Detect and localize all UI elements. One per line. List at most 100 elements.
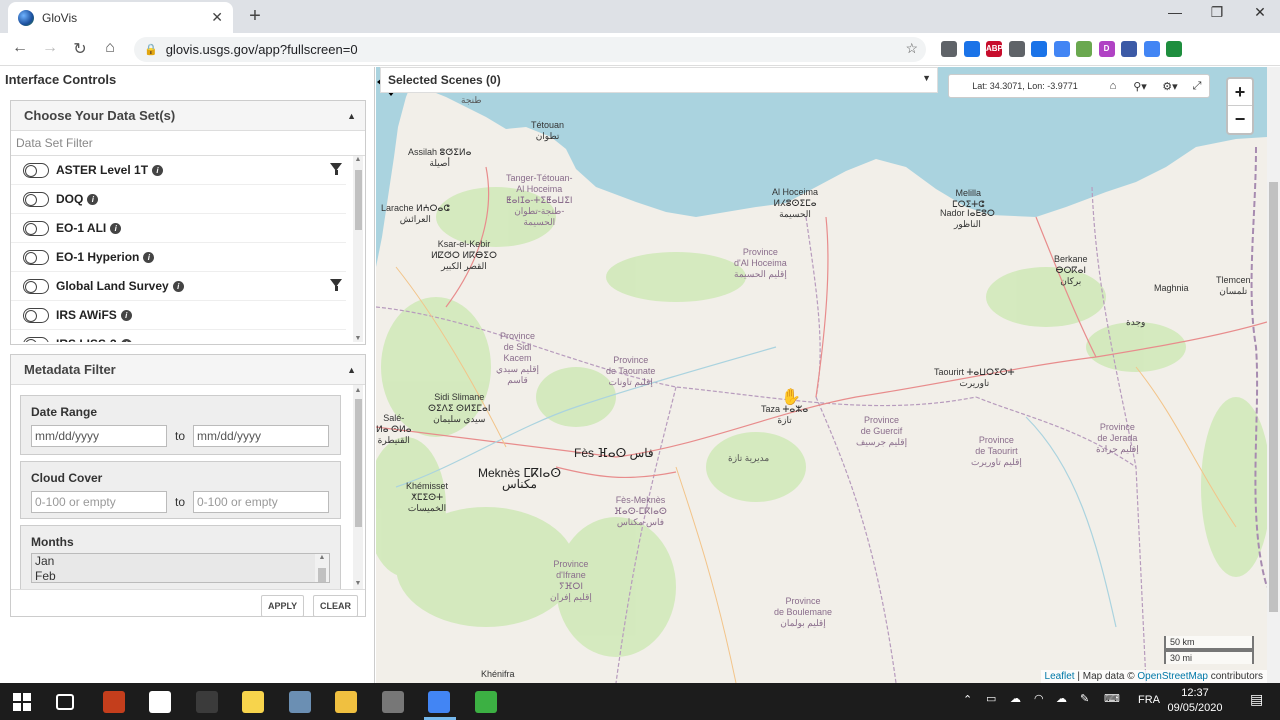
- tab-close-icon[interactable]: ✕: [211, 9, 223, 26]
- funnel-filter-icon[interactable]: [330, 163, 342, 175]
- leaflet-link[interactable]: Leaflet: [1045, 671, 1075, 682]
- dataset-row[interactable]: EO-1 Hyperion i: [11, 243, 346, 272]
- dataset-row[interactable]: Global Land Survey i: [11, 272, 346, 301]
- info-icon[interactable]: i: [87, 193, 99, 205]
- scroll-up-arrow-icon[interactable]: ▲: [353, 156, 363, 163]
- taskbar-powerpoint-icon[interactable]: [102, 691, 125, 713]
- info-icon[interactable]: i: [172, 280, 184, 292]
- dataset-row[interactable]: IRS AWiFS i: [11, 301, 346, 330]
- dataset-row[interactable]: EO-1 ALI i: [11, 214, 346, 243]
- back-arrow-icon[interactable]: ←: [9, 39, 31, 57]
- metadata-scrollbar[interactable]: ▲ ▼: [353, 385, 363, 589]
- dataset-toggle[interactable]: [23, 307, 49, 323]
- map-pin-menu-icon[interactable]: ⚲▾: [1125, 80, 1155, 93]
- notifications-icon[interactable]: ▤: [1250, 691, 1263, 708]
- new-tab-button[interactable]: +: [245, 5, 265, 28]
- input-language[interactable]: FRA: [1138, 694, 1160, 706]
- browser-extension-icon[interactable]: [1076, 41, 1092, 57]
- scroll-thumb[interactable]: [318, 568, 326, 582]
- dataset-toggle[interactable]: [23, 162, 49, 178]
- browser-extension-icon[interactable]: [1008, 41, 1025, 57]
- keyboard-icon[interactable]: ⌨: [1104, 692, 1120, 705]
- scroll-down-arrow-icon[interactable]: ▼: [353, 580, 363, 587]
- dataset-list-scrollbar[interactable]: ▲ ▼: [353, 156, 363, 342]
- scroll-up-arrow-icon[interactable]: ▲: [315, 554, 329, 561]
- dataset-filter-input[interactable]: Data Set Filter: [11, 131, 365, 156]
- scroll-thumb[interactable]: [1269, 182, 1278, 612]
- taskbar-chrome-icon[interactable]: [428, 691, 450, 713]
- osm-link[interactable]: OpenStreetMap: [1137, 671, 1208, 682]
- zoom-out-button[interactable]: −: [1228, 106, 1252, 133]
- browser-extension-icon[interactable]: [1053, 41, 1070, 57]
- scroll-thumb[interactable]: [355, 399, 362, 527]
- taskbar-file-icon[interactable]: [149, 691, 171, 713]
- cloud-max-input[interactable]: 0-100 or empty: [193, 491, 329, 513]
- dataset-toggle[interactable]: [23, 220, 49, 236]
- browser-extension-icon[interactable]: [1121, 41, 1137, 57]
- home-view-icon[interactable]: ⌂: [1101, 80, 1125, 92]
- dataset-toggle[interactable]: [23, 191, 49, 207]
- browser-extension-icon[interactable]: D: [1098, 41, 1115, 57]
- dataset-toggle[interactable]: [23, 278, 49, 294]
- dataset-row[interactable]: ASTER Level 1T i: [11, 156, 346, 185]
- battery-icon[interactable]: ▭: [986, 692, 996, 705]
- info-icon[interactable]: i: [120, 338, 132, 342]
- collapse-caret-icon[interactable]: ▲: [347, 365, 356, 375]
- funnel-filter-icon[interactable]: [330, 279, 342, 291]
- date-from-input[interactable]: mm/dd/yyyy: [31, 425, 167, 447]
- metadata-filter-header[interactable]: Metadata Filter ▲: [11, 355, 365, 385]
- taskbar-task-view-icon[interactable]: [56, 694, 74, 710]
- taskbar-sticky-notes-icon[interactable]: [242, 691, 264, 713]
- browser-tab[interactable]: GloVis ✕: [8, 2, 233, 33]
- months-scrollbar[interactable]: ▲: [315, 554, 329, 582]
- minimize-button[interactable]: —: [1152, 4, 1198, 20]
- maximize-button[interactable]: ❐: [1194, 4, 1240, 21]
- home-icon[interactable]: ⌂: [99, 39, 121, 57]
- onedrive-icon[interactable]: ☁: [1056, 692, 1067, 705]
- system-clock[interactable]: 12:37 09/05/2020: [1160, 686, 1230, 716]
- dropdown-caret-icon[interactable]: ▼: [922, 73, 931, 83]
- browser-extension-icon[interactable]: [1143, 41, 1160, 57]
- info-icon[interactable]: i: [152, 164, 164, 176]
- taskbar-explorer-icon[interactable]: [335, 691, 357, 713]
- collapse-caret-icon[interactable]: ▲: [347, 111, 356, 121]
- browser-extension-icon[interactable]: [963, 41, 980, 57]
- zoom-in-button[interactable]: +: [1228, 79, 1252, 106]
- info-icon[interactable]: i: [120, 309, 132, 321]
- month-option[interactable]: Feb: [32, 569, 329, 582]
- tray-chevron-icon[interactable]: ⌃: [963, 693, 972, 706]
- reload-icon[interactable]: ↻: [69, 39, 91, 59]
- browser-extension-icon[interactable]: [1166, 41, 1182, 57]
- scroll-up-arrow-icon[interactable]: ▲: [353, 387, 363, 394]
- cloud-min-input[interactable]: 0-100 or empty: [31, 491, 167, 513]
- window-close-button[interactable]: ✕: [1237, 4, 1280, 21]
- taskbar-camtasia-icon[interactable]: [474, 691, 497, 713]
- months-select[interactable]: Jan Feb ▲: [31, 553, 330, 583]
- apply-button[interactable]: APPLY: [261, 595, 305, 617]
- browser-extension-icon[interactable]: [941, 41, 957, 57]
- browser-extension-icon[interactable]: [1031, 41, 1047, 57]
- page-scrollbar[interactable]: [1267, 67, 1280, 683]
- month-option[interactable]: Jan: [32, 554, 329, 569]
- fullscreen-icon[interactable]: ⤢: [1185, 80, 1209, 93]
- map-view[interactable]: طنجة Tétouan تطوان Assilah ⵓⵚⵉⵍⴰ أصيلة Tan…: [376, 67, 1267, 683]
- taskbar-calculator-icon[interactable]: [195, 691, 218, 713]
- taskbar-globe-app-icon[interactable]: [381, 691, 404, 713]
- gear-menu-icon[interactable]: ⚙▾: [1155, 80, 1185, 93]
- dataset-toggle[interactable]: [23, 249, 49, 265]
- info-icon[interactable]: i: [143, 251, 155, 263]
- wifi-icon[interactable]: ◠: [1034, 692, 1044, 705]
- dataset-row[interactable]: IRS LISS-3i: [11, 330, 346, 342]
- browser-extension-icon[interactable]: ABP: [986, 41, 1003, 57]
- bookmark-star-icon[interactable]: ☆: [905, 40, 918, 57]
- scroll-thumb[interactable]: [355, 170, 362, 230]
- selected-scenes-bar[interactable]: Selected Scenes (0) ▼: [380, 67, 938, 93]
- datasets-header[interactable]: Choose Your Data Set(s) ▲: [11, 101, 365, 131]
- address-bar[interactable]: 🔒 glovis.usgs.gov/app?fullscreen=0 ☆: [134, 37, 926, 62]
- info-icon[interactable]: i: [110, 222, 122, 234]
- taskbar-settings-icon[interactable]: [288, 691, 311, 713]
- pen-icon[interactable]: ✎: [1080, 692, 1089, 705]
- windows-start-icon[interactable]: [13, 693, 31, 711]
- clear-button[interactable]: CLEAR: [313, 595, 358, 617]
- network-icon[interactable]: ☁: [1010, 692, 1021, 705]
